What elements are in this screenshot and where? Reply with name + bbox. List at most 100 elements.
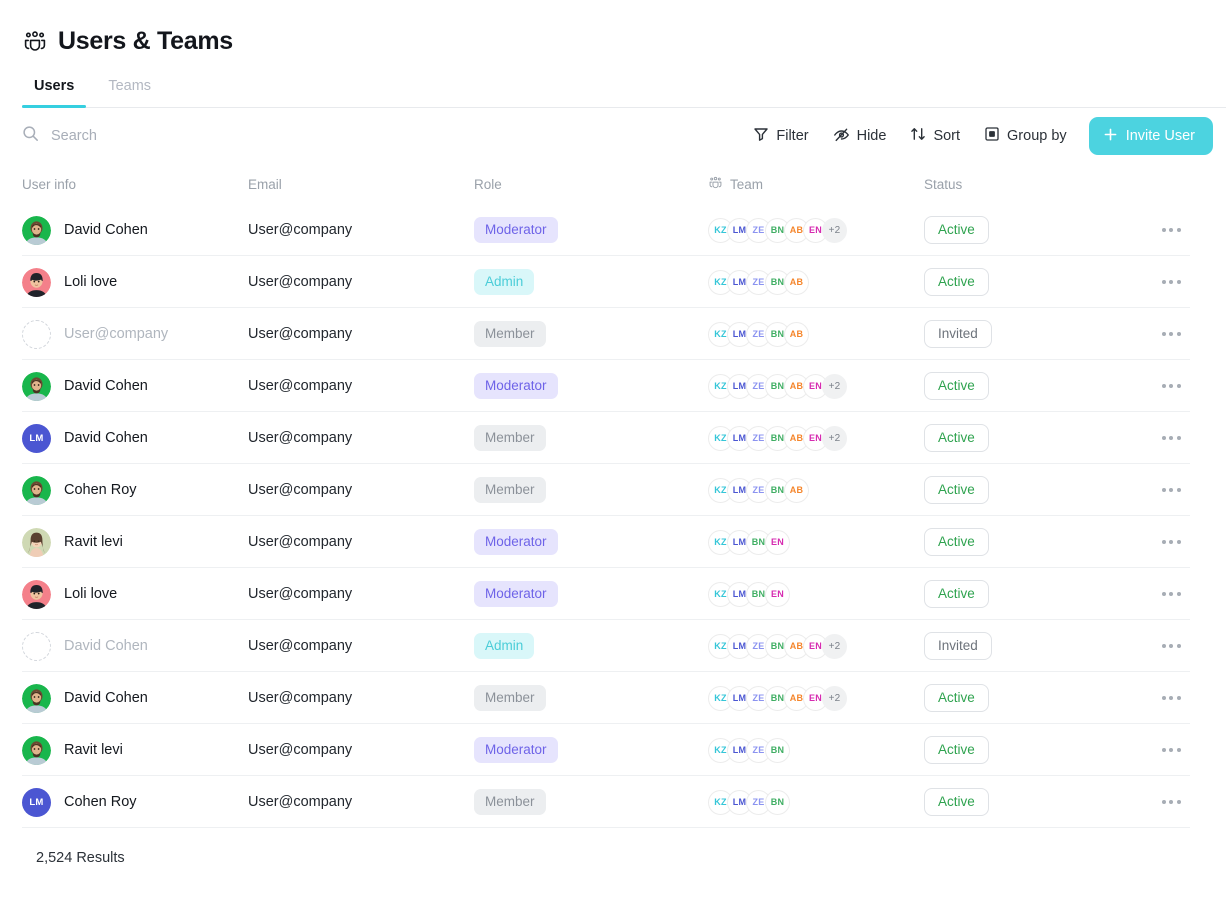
column-header-role: Role [474,176,502,192]
cell-email: User@company [248,534,353,550]
sort-button[interactable]: Sort [900,118,970,154]
table-row[interactable]: David Cohen User@company Member KZ LM ZE BN AB E… [22,672,1226,724]
cell-user-info: User@company [22,319,248,349]
role-badge: Member [474,425,546,451]
user-name: Loli love [64,274,118,290]
team-avatar-chip[interactable]: EN [765,581,790,607]
status-badge: Active [924,372,989,400]
cell-team: KZ LM ZE BN AB EN +2 [708,425,924,451]
team-avatar-chip[interactable]: AB [784,269,809,295]
cell-actions [1136,378,1206,394]
cell-email: User@company [248,274,353,290]
team-avatar-chip[interactable]: AB [784,477,809,503]
team-avatar-chip[interactable]: AB [784,321,809,347]
avatar [22,371,51,401]
kebab-menu-icon[interactable] [1156,482,1187,498]
cell-status: Active [924,788,1136,816]
table-row[interactable]: David Cohen User@company Admin KZ LM ZE BN AB EN… [22,620,1226,672]
team-avatar-chip[interactable]: BN [765,789,790,815]
cell-email: User@company [248,794,353,810]
status-badge: Active [924,424,989,452]
cell-role: Member [474,789,708,815]
cell-email: User@company [248,326,353,342]
cell-team: KZ LM ZE BN AB [708,269,924,295]
table-row[interactable]: Ravit levi User@company Moderator KZ LM BN EN A… [22,516,1226,568]
kebab-menu-icon[interactable] [1156,274,1187,290]
role-badge: Moderator [474,581,558,607]
cell-status: Invited [924,320,1136,348]
team-overflow-chip[interactable]: +2 [822,217,847,243]
cell-actions [1136,690,1206,706]
search-box[interactable] [22,125,269,147]
tab-users[interactable]: Users [22,74,87,108]
kebab-menu-icon[interactable] [1156,378,1187,394]
kebab-menu-icon[interactable] [1156,690,1187,706]
cell-email: User@company [248,586,353,602]
table-row[interactable]: Loli love User@company Admin KZ LM ZE BN AB Acti… [22,256,1226,308]
cell-email: User@company [248,222,353,238]
user-name: David Cohen [64,378,148,394]
kebab-menu-icon[interactable] [1156,430,1187,446]
cell-role: Moderator [474,581,708,607]
hide-label: Hide [856,127,887,144]
team-overflow-chip[interactable]: +2 [822,685,847,711]
user-name: David Cohen [64,690,148,706]
hide-button[interactable]: Hide [823,118,897,155]
cell-actions [1136,430,1206,446]
kebab-menu-icon[interactable] [1156,222,1187,238]
cell-team: KZ LM ZE BN AB [708,477,924,503]
kebab-menu-icon[interactable] [1156,326,1187,342]
table-row[interactable]: Loli love User@company Moderator KZ LM BN EN Ac… [22,568,1226,620]
cell-user-info: David Cohen [22,215,248,245]
cell-status: Active [924,476,1136,504]
kebab-menu-icon[interactable] [1156,638,1187,654]
table-row[interactable]: User@company User@company Member KZ LM ZE BN AB… [22,308,1226,360]
cell-status: Active [924,372,1136,400]
invite-user-button[interactable]: Invite User [1088,116,1213,156]
kebab-menu-icon[interactable] [1156,586,1187,602]
search-input[interactable] [49,127,269,145]
cell-team: KZ LM BN EN [708,581,924,607]
table-row[interactable]: LM David Cohen User@company Member KZ LM ZE BN A… [22,412,1226,464]
cell-status: Active [924,684,1136,712]
cell-email: User@company [248,638,353,654]
team-avatar-chip[interactable]: BN [765,737,790,763]
table-row[interactable]: David Cohen User@company Moderator KZ LM ZE BN… [22,204,1226,256]
toolbar: Filter Hide [0,108,1226,164]
kebab-menu-icon[interactable] [1156,742,1187,758]
team-overflow-chip[interactable]: +2 [822,633,847,659]
cell-role: Admin [474,269,708,295]
cell-actions [1136,482,1206,498]
cell-status: Active [924,424,1136,452]
status-badge: Invited [924,632,992,660]
cell-status: Active [924,736,1136,764]
status-badge: Active [924,476,989,504]
hide-icon [833,126,850,147]
filter-button[interactable]: Filter [743,118,818,154]
cell-status: Active [924,580,1136,608]
team-overflow-chip[interactable]: +2 [822,373,847,399]
cell-status: Active [924,528,1136,556]
column-header-team: Team [708,175,924,193]
team-overflow-chip[interactable]: +2 [822,425,847,451]
users-teams-page: Users & Teams Users Teams Search Filter … [0,0,1226,900]
cell-user-info: LM David Cohen [22,423,248,453]
users-table: User info Email Role Team Status David C… [0,164,1226,828]
cell-team: KZ LM ZE BN AB EN +2 [708,217,924,243]
cell-user-info: Cohen Roy [22,475,248,505]
table-body: David Cohen User@company Moderator KZ LM ZE BN… [22,204,1226,828]
kebab-menu-icon[interactable] [1156,534,1187,550]
kebab-menu-icon[interactable] [1156,794,1187,810]
team-avatar-chip[interactable]: EN [765,529,790,555]
table-row[interactable]: LM Cohen Roy User@company Member KZ LM ZE BN Act… [22,776,1226,828]
group-by-button[interactable]: Group by [974,118,1077,154]
role-badge: Member [474,477,546,503]
cell-actions [1136,534,1206,550]
tab-teams[interactable]: Teams [96,74,163,108]
cell-team: KZ LM ZE BN [708,789,924,815]
column-header-email: Email [248,176,282,192]
search-icon [22,125,39,147]
table-row[interactable]: David Cohen User@company Moderator KZ LM ZE BN… [22,360,1226,412]
table-row[interactable]: Ravit levi User@company Moderator KZ LM ZE BN A… [22,724,1226,776]
table-row[interactable]: Cohen Roy User@company Member KZ LM ZE BN AB Act… [22,464,1226,516]
